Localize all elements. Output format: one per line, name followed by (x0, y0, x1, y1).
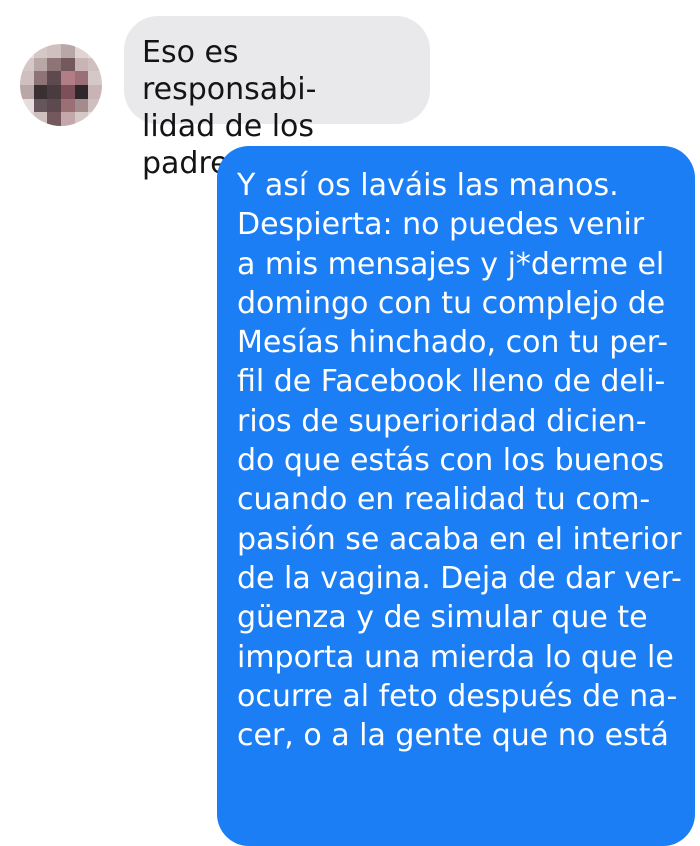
chat-conversation: Eso es responsabi- lidad de los padres Y… (0, 0, 700, 846)
avatar-pixel (20, 98, 34, 113)
avatar-pixel (20, 71, 34, 85)
avatar-pixel (74, 112, 89, 126)
avatar-pixel (20, 112, 34, 126)
avatar-pixel (47, 85, 61, 99)
avatar-pixel (88, 85, 102, 99)
outgoing-message-bubble[interactable]: Y así os laváis las manos. Despierta: no… (217, 146, 695, 846)
avatar-pixel (33, 57, 48, 72)
avatar-pixel (47, 57, 61, 72)
avatar-pixel (33, 98, 48, 113)
avatar-pixel (74, 57, 89, 72)
avatar-pixel (88, 98, 102, 113)
avatar-pixel (47, 98, 61, 113)
avatar-pixel (61, 85, 75, 99)
avatar-pixel (74, 71, 89, 85)
avatar-pixel (33, 71, 48, 85)
avatar-pixel (47, 44, 61, 58)
avatar-pixel (61, 98, 75, 113)
avatar-pixel (20, 44, 34, 58)
avatar-pixel (33, 44, 48, 58)
avatar-pixel (74, 44, 89, 58)
avatar-pixel (33, 85, 48, 99)
avatar-pixel (47, 71, 61, 85)
avatar[interactable] (20, 44, 102, 126)
avatar-pixel (33, 112, 48, 126)
avatar-pixel (47, 112, 61, 126)
avatar-pixel (88, 112, 102, 126)
avatar-pixel (20, 85, 34, 99)
avatar-pixel (61, 71, 75, 85)
avatar-pixel (61, 57, 75, 72)
avatar-pixel (61, 44, 75, 58)
avatar-pixel (88, 44, 102, 58)
avatar-pixel (88, 57, 102, 72)
avatar-pixel (88, 71, 102, 85)
incoming-message-bubble[interactable]: Eso es responsabi- lidad de los padres (124, 16, 430, 181)
avatar-pixel (61, 112, 75, 126)
outgoing-message-text: Y así os laváis las manos. Despierta: no… (237, 168, 682, 754)
avatar-pixel (74, 85, 89, 99)
avatar-pixel (74, 98, 89, 113)
avatar-pixel (20, 57, 34, 72)
